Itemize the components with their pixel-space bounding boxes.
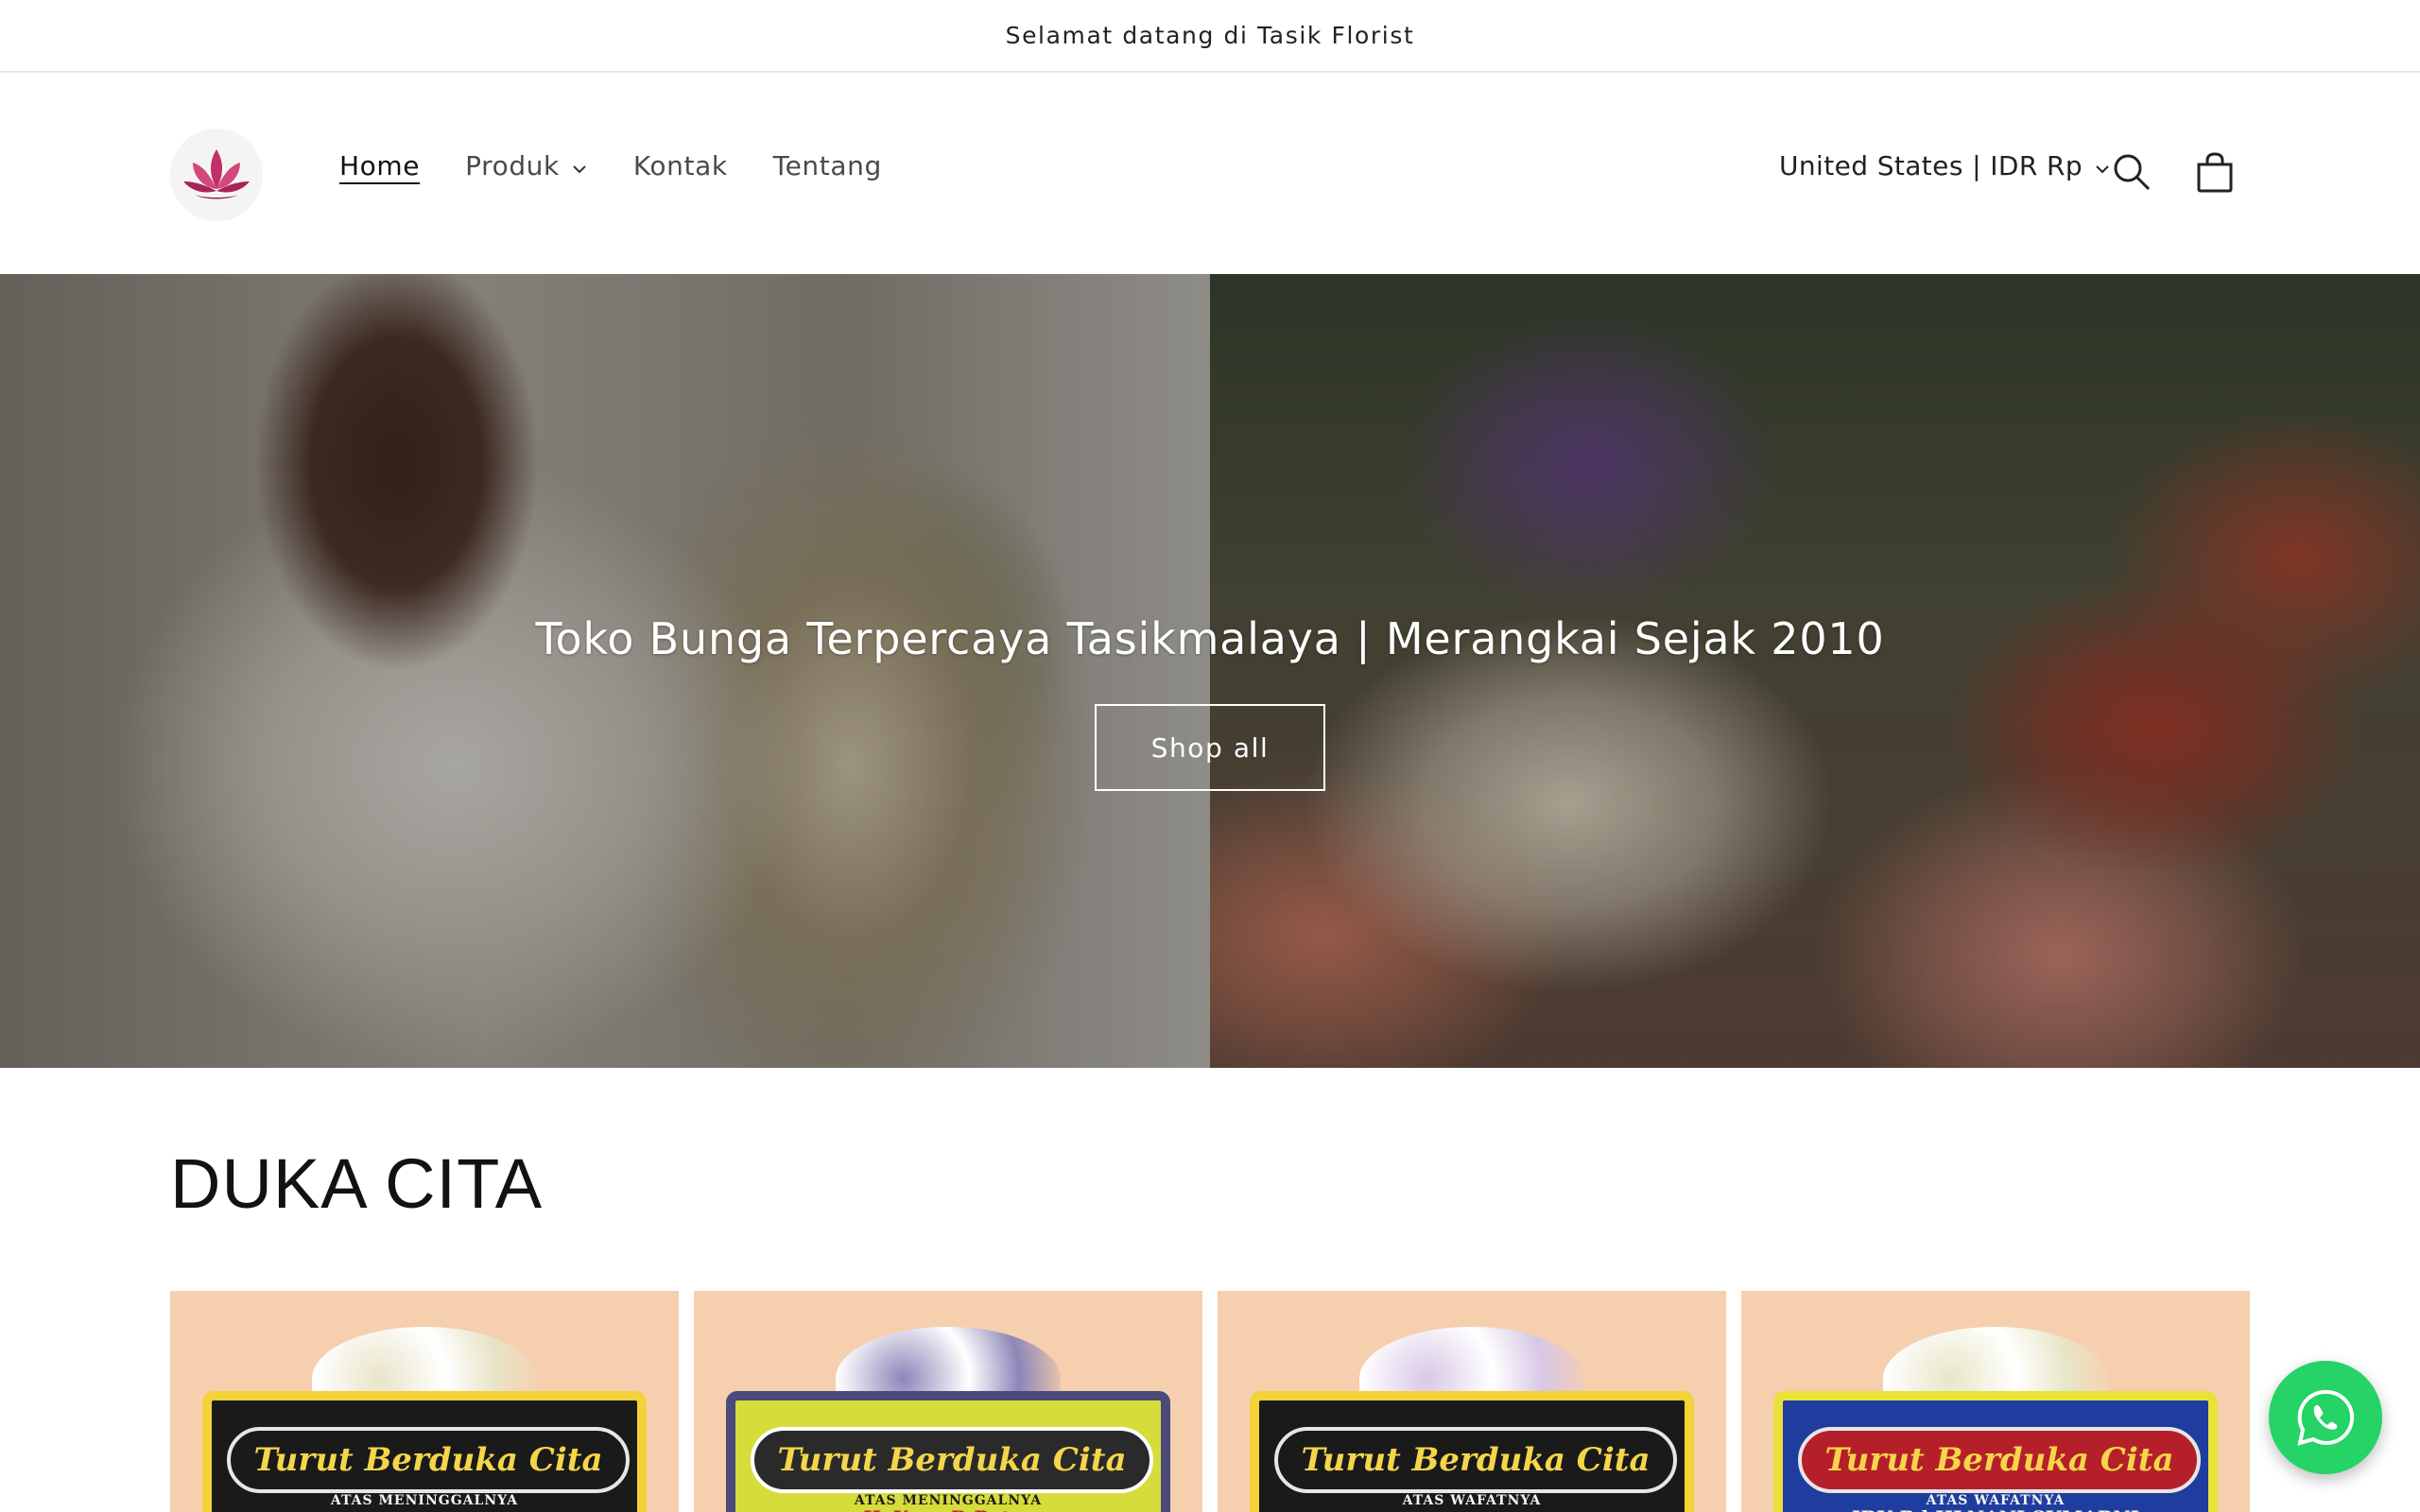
cart-button[interactable] [2193,150,2237,194]
board-subtitle-text: ATAS MENINGGALNYA [330,1493,519,1508]
board-banner-text: Turut Berduka Cita [227,1427,630,1493]
hero-banner: Toko Bunga Terpercaya Tasikmalaya | Mera… [0,274,2420,1068]
chevron-down-icon [573,164,586,173]
product-card[interactable]: Turut Berduka Cita ATAS MENINGGALNYA [170,1291,679,1512]
nav-home-label: Home [339,150,421,181]
locale-label: United States | IDR Rp [1779,150,2083,181]
hero-title: Toko Bunga Terpercaya Tasikmalaya | Mera… [535,613,1885,664]
store-logo[interactable] [170,129,263,221]
board-name-text: IBU Rd.HJ.NANI SUMARNI [1741,1506,2250,1512]
collection-title: DUKA CITA [170,1144,544,1223]
lotus-icon [183,149,250,199]
nav-produk-label: Produk [465,150,560,181]
whatsapp-button[interactable] [2269,1361,2382,1474]
board-banner-text: Turut Berduka Cita [1798,1427,2201,1493]
board-subtitle-text: ATAS WAFATNYA [1402,1493,1542,1508]
board-banner-text: Turut Berduka Cita [1274,1427,1677,1493]
product-card[interactable]: Turut Berduka CitaATAS MENINGGALNYAH. Ya… [694,1291,1202,1512]
search-icon [2114,154,2151,191]
announcement-bar: Selamat datang di Tasik Florist [0,0,2420,73]
board-banner-text: Turut Berduka Cita [751,1427,1153,1493]
product-grid: Turut Berduka Cita ATAS MENINGGALNYA Turut… [170,1291,2250,1512]
main-nav: Home Produk Kontak Tentang [339,150,927,181]
site-header: Home Produk Kontak Tentang United States… [0,73,2420,274]
chevron-down-icon [2096,164,2109,173]
nav-produk[interactable]: Produk [465,150,588,181]
nav-kontak[interactable]: Kontak [633,150,728,181]
product-card[interactable]: Turut Berduka CitaATAS WAFATNYAIBU Rd.HJ… [1741,1291,2250,1512]
cart-icon [2197,152,2233,193]
nav-tentang[interactable]: Tentang [773,150,882,181]
nav-home[interactable]: Home [339,150,420,181]
country-currency-selector[interactable]: United States | IDR Rp [1779,150,2111,181]
hero-content: Toko Bunga Terpercaya Tasikmalaya | Mera… [0,274,2420,1068]
product-card[interactable]: Turut Berduka Cita ATAS WAFATNYA [1218,1291,1726,1512]
whatsapp-icon [2297,1389,2355,1446]
announcement-text: Selamat datang di Tasik Florist [1005,22,1415,49]
search-button[interactable] [2110,150,2153,194]
nav-kontak-label: Kontak [632,150,728,181]
nav-tentang-label: Tentang [772,150,882,181]
board-name-text: H. Yana D Putra [694,1506,1202,1512]
shop-all-button[interactable]: Shop all [1095,704,1325,791]
